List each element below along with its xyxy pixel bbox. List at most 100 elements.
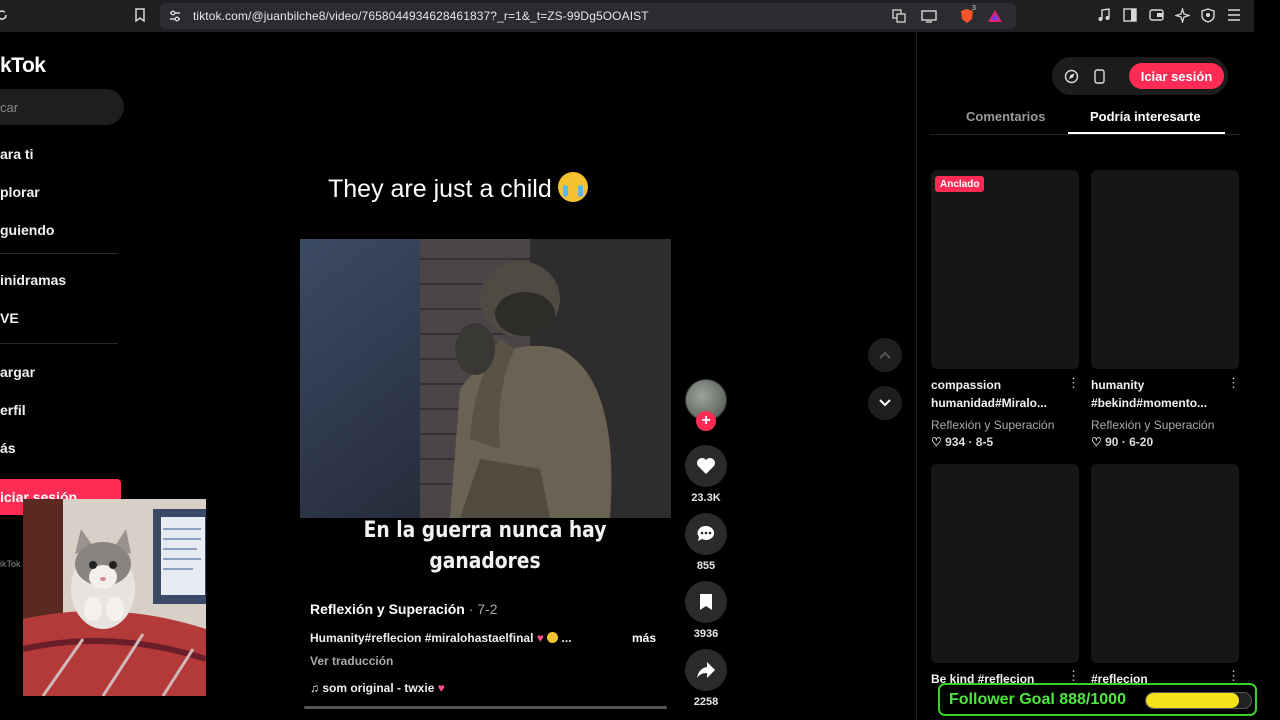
sidebar-toggle-icon[interactable] [1122,7,1138,23]
video-author[interactable]: Reflexión y Superación · 7-2 [310,601,498,617]
nav-profile[interactable]: erfil [0,402,26,418]
card-likes: 934 [945,435,966,449]
nav-divider [0,253,118,254]
card-more-icon[interactable]: ⋮ [1227,375,1240,391]
card-title[interactable]: compassion humanidad#Miralo... [931,376,1071,412]
card-separator: · [965,435,976,449]
webcam-overlay [23,499,206,696]
music-icon[interactable] [1096,7,1112,23]
share-icon [697,662,715,678]
nav-live[interactable]: VE [0,310,19,326]
card-more-icon[interactable]: ⋮ [1227,668,1240,684]
tab-divider [930,134,1240,135]
search-input[interactable]: car [0,89,124,125]
like-button[interactable] [685,445,727,487]
nav-explore[interactable]: plorar [0,184,40,200]
video-title: They are just a child [328,172,588,204]
heart-outline-icon: ♡ [1091,435,1106,449]
card-title[interactable]: humanity #bekind#momento... [1091,376,1231,412]
card-author[interactable]: Reflexión y Superación [1091,418,1214,432]
card-more-icon[interactable]: ⋮ [1067,375,1080,391]
save-count: 3936 [693,628,719,640]
bookmark-icon[interactable] [132,7,148,23]
card-date: 6-20 [1129,435,1154,449]
pink-heart-icon: ♥ [533,631,548,645]
chevron-up-icon [879,351,891,359]
follower-goal-widget: Follower Goal 888/1000 [938,683,1257,716]
nav-upload[interactable]: argar [0,364,35,380]
suggested-video-thumbnail[interactable] [1091,170,1239,369]
nav-divider [0,343,118,344]
sidebar-footer-text: ikTok [0,559,21,569]
vpn-shield-icon[interactable] [1200,7,1216,23]
suggested-video-thumbnail[interactable] [931,464,1079,663]
browser-toolbar: tiktok.com/@juanbilche8/video/7658044934… [0,0,1254,32]
heart-outline-icon: ♡ [931,435,946,449]
card-more-icon[interactable]: ⋮ [1067,668,1080,684]
card-separator: · [1118,435,1130,449]
previous-video-button[interactable] [868,338,902,372]
ribbon-heart-icon: ♥ [437,681,445,695]
video-description: Humanity#reflecion #miralohastaelfinal ♥… [310,631,572,645]
compass-icon[interactable] [1063,68,1079,84]
heart-eyes-icon [547,632,559,643]
tab-active-indicator [1068,132,1225,134]
video-title-text: They are just a child [328,175,552,203]
address-bar[interactable]: tiktok.com/@juanbilche8/video/7658044934… [160,3,1016,29]
card-stats: ♡ 90 · 6-20 [1091,435,1153,449]
nav-for-you[interactable]: ara ti [0,146,33,162]
follower-goal-text: Follower Goal 888/1000 [949,691,1126,708]
save-button[interactable] [685,581,727,623]
bookmark-icon [700,594,712,610]
heart-icon [697,458,715,474]
translate-icon[interactable] [891,8,907,24]
nav-following[interactable]: guiendo [0,222,54,238]
nav-minidramas[interactable]: inidramas [0,272,66,288]
card-author[interactable]: Reflexión y Superación [931,418,1054,432]
like-count: 23.3K [691,492,721,504]
menu-icon[interactable] [1226,7,1242,23]
description-text: Humanity#reflecion #miralohastaelfinal [310,631,534,645]
card-date: 8-5 [975,435,994,449]
follower-goal-bar [1145,692,1252,709]
sound-link[interactable]: ♫ som original - twxie ♥ [310,681,445,695]
comment-icon [697,525,715,541]
rewards-icon[interactable] [987,8,1003,24]
next-video-button[interactable] [868,386,902,420]
music-note-icon: ♫ [310,681,323,695]
sound-name[interactable]: som original - twxie [322,681,434,695]
video-caption-line1: En la guerra nunca hay [363,518,607,543]
cast-icon[interactable] [921,8,937,24]
nav-more[interactable]: ás [0,440,16,456]
tiktok-logo[interactable]: kTok [0,54,46,78]
tab-comments[interactable]: Comentarios [966,109,1045,124]
soldier-video-frame [300,239,671,518]
chevron-down-icon [879,399,891,407]
video-progress-bar[interactable] [304,706,667,709]
wallet-icon[interactable] [1148,7,1164,23]
site-settings-icon[interactable] [167,8,183,24]
suggested-video-thumbnail[interactable] [1091,464,1239,663]
description-ellipsis: ... [558,631,572,645]
leo-ai-icon[interactable] [1174,7,1190,23]
url-text[interactable]: tiktok.com/@juanbilche8/video/7658044934… [193,9,649,23]
author-name[interactable]: Reflexión y Superación [310,601,465,617]
share-button[interactable] [685,649,727,691]
window-edge [1254,0,1280,720]
reload-icon[interactable] [0,7,10,23]
comment-count: 855 [696,560,716,572]
shield-badge: 3 [972,5,976,12]
more-button[interactable]: más [632,631,656,645]
share-count: 2258 [693,696,719,708]
translate-link[interactable]: Ver traducción [310,654,393,668]
mobile-app-icon[interactable] [1091,68,1107,84]
header-login-button[interactable]: Iciar sesión [1129,63,1224,89]
suggested-video-thumbnail[interactable] [931,170,1079,369]
kitten-webcam-image [23,499,206,696]
comment-button[interactable] [685,513,727,555]
crying-face-icon [557,172,588,202]
video-player[interactable] [300,239,671,518]
tab-suggested[interactable]: Podría interesarte [1090,109,1201,124]
pinned-badge: Anclado [935,176,985,192]
follow-button[interactable]: + [696,411,716,431]
